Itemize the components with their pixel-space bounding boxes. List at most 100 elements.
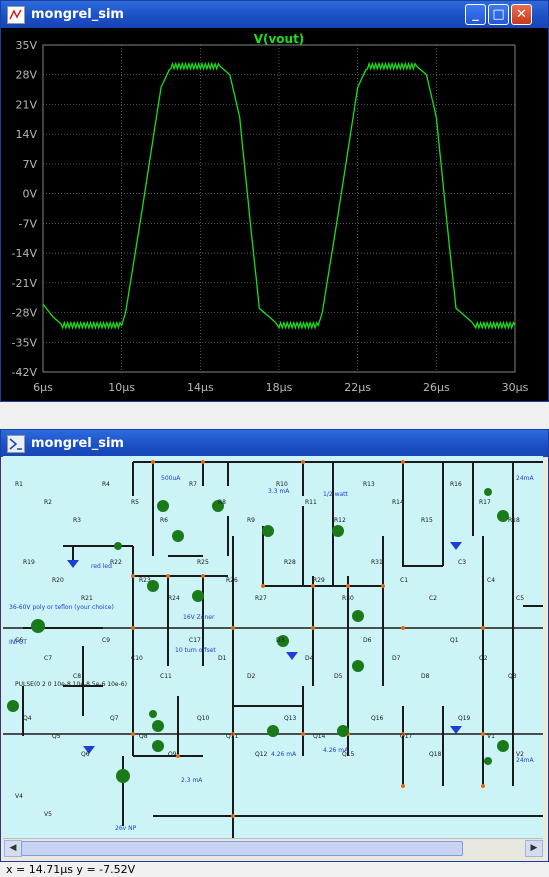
part-label: R2 bbox=[44, 499, 52, 506]
part-label: R11 bbox=[305, 499, 317, 506]
window-title: mongrel_sim bbox=[31, 7, 124, 22]
part-label: Q8 bbox=[139, 733, 148, 740]
y-axis-ticks: 35V 28V 21V 14V 7V 0V -7V -14V -21V -28V -35V -42V bbox=[12, 39, 38, 379]
part-label: R27 bbox=[255, 595, 267, 602]
part-label: Q1 bbox=[450, 637, 459, 644]
part-label: D2 bbox=[247, 673, 256, 680]
y-tick-label: 28V bbox=[15, 69, 37, 82]
minimize-button[interactable]: _ bbox=[465, 4, 486, 25]
part-label: Q17 bbox=[400, 733, 413, 740]
plot-area[interactable]: 35V 28V 21V 14V 7V 0V -7V -14V -21V -28V -35V -42V … bbox=[1, 28, 548, 401]
maximize-button[interactable]: □ bbox=[488, 4, 509, 25]
schematic-titlebar[interactable]: mongrel_sim bbox=[1, 430, 548, 457]
y-tick-label: 14V bbox=[15, 128, 37, 141]
x-tick-label: 18µs bbox=[266, 381, 293, 394]
part-label: Q12 bbox=[255, 751, 268, 758]
close-button[interactable]: ✕ bbox=[511, 4, 532, 25]
part-label: R24 bbox=[168, 595, 180, 602]
part-label: V5 bbox=[44, 811, 52, 818]
part-label: R5 bbox=[131, 499, 139, 506]
y-tick-label: -35V bbox=[12, 336, 38, 349]
part-label: R16 bbox=[450, 481, 462, 488]
schematic-wires bbox=[3, 461, 543, 838]
trace-label[interactable]: V(vout) bbox=[254, 32, 305, 46]
schematic-canvas[interactable]: 500uA 3.3 mA 1/2 watt 24mA 24mA 36-60V p… bbox=[3, 456, 543, 838]
part-label: Q2 bbox=[479, 655, 488, 662]
part-label: C1 bbox=[400, 577, 408, 584]
part-label: V1 bbox=[487, 733, 495, 740]
part-label: C7 bbox=[44, 655, 52, 662]
part-label: R1 bbox=[15, 481, 23, 488]
x-tick-label: 22µs bbox=[344, 381, 371, 394]
part-label: Q6 bbox=[81, 751, 90, 758]
part-label: R19 bbox=[23, 559, 35, 566]
svg-text:500uA: 500uA bbox=[161, 475, 181, 482]
part-label: R30 bbox=[342, 595, 354, 602]
part-label: C3 bbox=[458, 559, 466, 566]
part-label: Q10 bbox=[197, 715, 210, 722]
svg-text:16V Zener: 16V Zener bbox=[183, 614, 215, 621]
x-tick-label: 6µs bbox=[33, 381, 53, 394]
y-tick-label: -28V bbox=[12, 307, 38, 320]
svg-text:PULSE(0 2 0 10e-8 10e-8 5e-6 1: PULSE(0 2 0 10e-8 10e-8 5e-6 10e-6) bbox=[15, 681, 127, 688]
svg-text:10 turn offset: 10 turn offset bbox=[175, 647, 216, 654]
y-tick-label: -7V bbox=[19, 217, 38, 230]
schematic-app-icon bbox=[7, 434, 25, 453]
x-tick-label: 14µs bbox=[187, 381, 214, 394]
y-tick-label: 35V bbox=[15, 39, 37, 52]
close-icon: ✕ bbox=[516, 7, 527, 22]
part-label: C5 bbox=[516, 595, 524, 602]
part-label: R3 bbox=[73, 517, 81, 524]
schematic-components bbox=[7, 488, 509, 783]
part-label: C4 bbox=[487, 577, 495, 584]
part-label: D6 bbox=[363, 637, 372, 644]
scroll-left-icon: ◀ bbox=[9, 843, 17, 853]
part-label: R25 bbox=[197, 559, 209, 566]
part-label: Q7 bbox=[110, 715, 119, 722]
part-label: R13 bbox=[363, 481, 375, 488]
scroll-left-button[interactable]: ◀ bbox=[4, 840, 22, 857]
scrollbar-thumb[interactable] bbox=[21, 841, 463, 856]
scroll-right-button[interactable]: ▶ bbox=[525, 840, 543, 857]
part-label: D5 bbox=[334, 673, 343, 680]
x-axis-ticks: 6µs 10µs 14µs 18µs 22µs 26µs 30µs bbox=[33, 381, 528, 394]
svg-text:red led: red led bbox=[91, 563, 112, 570]
part-label: R26 bbox=[226, 577, 238, 584]
waveform-chart[interactable]: 35V28V21V14V7V0V-7V-14V-21V-28V-35V-42V … bbox=[1, 28, 548, 401]
part-label: R8 bbox=[218, 499, 226, 506]
part-label: C10 bbox=[131, 655, 143, 662]
horizontal-scrollbar[interactable]: ◀ ▶ bbox=[3, 838, 543, 857]
part-label: Q11 bbox=[226, 733, 239, 740]
x-tick-label: 26µs bbox=[423, 381, 450, 394]
svg-text:36-60V poly or teflon (your ch: 36-60V poly or teflon (your choice) bbox=[9, 604, 114, 611]
part-label: C6 bbox=[15, 637, 23, 644]
y-tick-label: 21V bbox=[15, 98, 37, 111]
x-tick-label: 30µs bbox=[502, 381, 529, 394]
x-tick-label: 10µs bbox=[108, 381, 135, 394]
part-label: R21 bbox=[81, 595, 93, 602]
part-label: D7 bbox=[392, 655, 401, 662]
part-label: D8 bbox=[421, 673, 430, 680]
part-label: Q4 bbox=[23, 715, 32, 722]
status-bar: x = 14.71µs y = -7.52V bbox=[0, 862, 549, 877]
waveform-titlebar[interactable]: mongrel_sim _ □ ✕ bbox=[1, 1, 548, 28]
y-tick-label: -42V bbox=[12, 366, 38, 379]
svg-text:4.26 mA: 4.26 mA bbox=[271, 751, 297, 758]
part-label: R28 bbox=[284, 559, 296, 566]
part-label: R10 bbox=[276, 481, 288, 488]
schematic-drawing[interactable]: 500uA 3.3 mA 1/2 watt 24mA 24mA 36-60V p… bbox=[3, 456, 543, 838]
y-tick-label: -14V bbox=[12, 247, 38, 260]
scroll-right-icon: ▶ bbox=[530, 843, 538, 853]
part-label: D3 bbox=[276, 637, 285, 644]
part-label: C11 bbox=[160, 673, 172, 680]
part-label: C2 bbox=[429, 595, 437, 602]
minimize-icon: _ bbox=[472, 7, 479, 22]
part-label: R4 bbox=[102, 481, 110, 488]
y-tick-label: 7V bbox=[22, 158, 37, 171]
part-label: D1 bbox=[218, 655, 227, 662]
part-label: R29 bbox=[313, 577, 325, 584]
part-label: R7 bbox=[189, 481, 197, 488]
part-label: Q3 bbox=[508, 673, 517, 680]
part-label: C17 bbox=[189, 637, 201, 644]
svg-text:24mA: 24mA bbox=[516, 757, 534, 764]
